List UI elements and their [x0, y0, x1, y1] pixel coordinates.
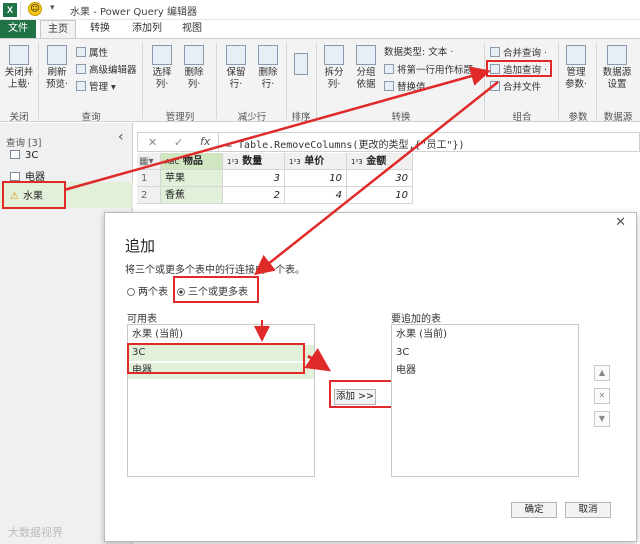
- arrow-list-to-add: [304, 348, 331, 372]
- arrow-append-to-radio: [254, 81, 499, 276]
- arrow-fruit-to-append: [63, 66, 491, 192]
- annotation-arrows: [63, 66, 499, 372]
- watermark: 大数据视界: [8, 526, 63, 539]
